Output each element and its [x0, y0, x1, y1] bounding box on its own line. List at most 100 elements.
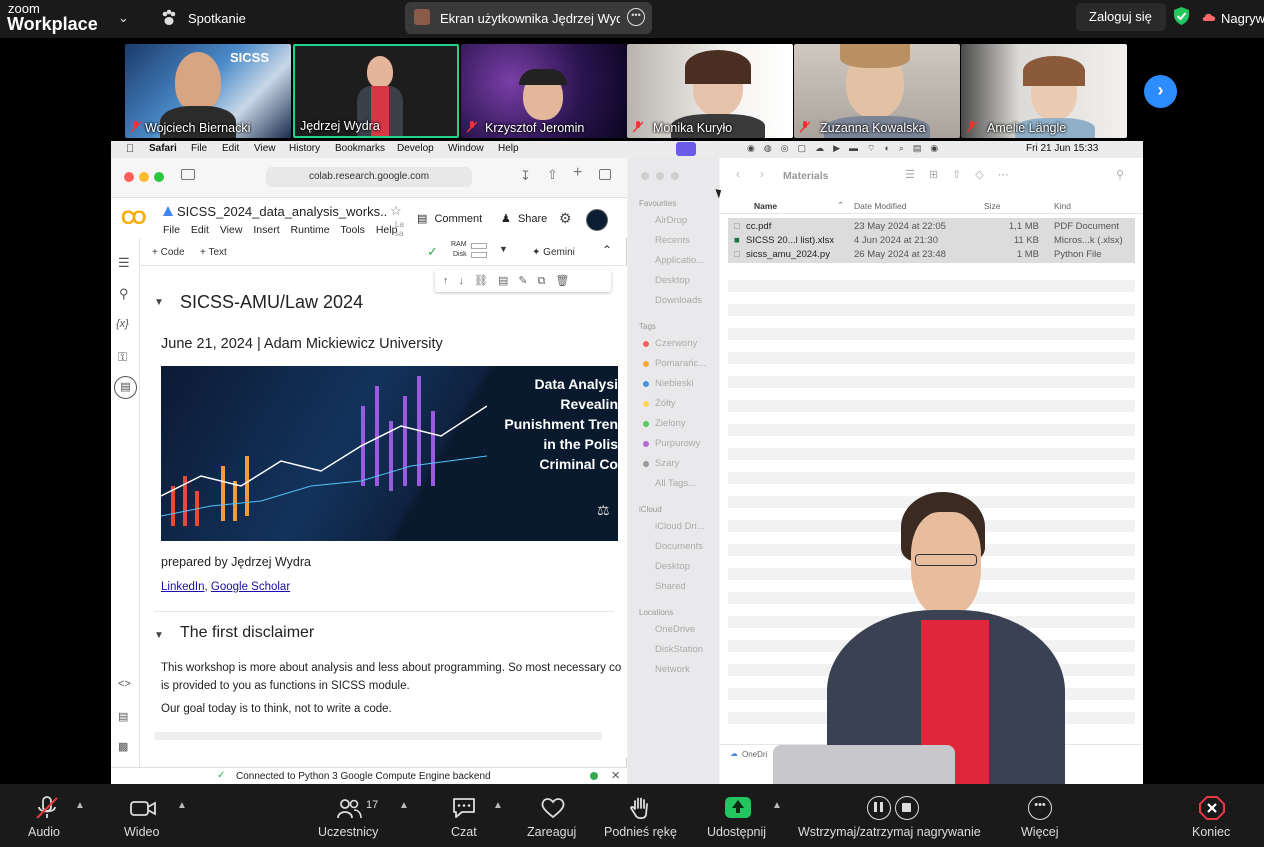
- participant-tile[interactable]: Amelie Längle: [961, 44, 1127, 138]
- cell-action-toolbar[interactable]: ↑↓⛓▤✎⧉🗑: [435, 270, 611, 292]
- col-date[interactable]: Date Modified: [854, 201, 906, 211]
- sidebar-item[interactable]: Documents: [655, 541, 703, 552]
- avatar[interactable]: [586, 209, 608, 231]
- zoom-share-indicator-icon[interactable]: [676, 142, 696, 156]
- sidebar-tag[interactable]: Purpurowy: [655, 438, 700, 449]
- disk-meter[interactable]: [471, 252, 487, 258]
- add-code-button[interactable]: + Code: [152, 247, 185, 258]
- close-window-button[interactable]: [124, 172, 134, 182]
- close-status-icon[interactable]: ✕: [611, 769, 620, 782]
- path-bar[interactable]: OneDri: [742, 750, 767, 759]
- sidebar-icon[interactable]: [181, 169, 195, 180]
- video-options-caret[interactable]: ▲: [177, 800, 187, 811]
- sidebar-item[interactable]: Recents: [655, 235, 690, 246]
- sidebar-item[interactable]: Applicatio...: [655, 255, 704, 266]
- pause-stop-record-icon[interactable]: [867, 796, 921, 820]
- sidebar-item[interactable]: Desktop: [655, 561, 690, 572]
- collapse-section-icon[interactable]: ▼: [154, 297, 164, 308]
- minimize-window-button[interactable]: [656, 172, 664, 180]
- code-cell-stub[interactable]: [154, 732, 602, 740]
- file-row[interactable]: ■ SICSS 20...l list).xlsx 4 Jun 2024 at …: [728, 234, 1135, 248]
- new-tab-icon[interactable]: +: [573, 164, 582, 182]
- collapse-section-icon[interactable]: ▼: [154, 630, 164, 641]
- sidebar-tag[interactable]: Zielony: [655, 418, 686, 429]
- participant-tile[interactable]: Zuzanna Kowalska: [794, 44, 960, 138]
- sidebar-item[interactable]: Desktop: [655, 275, 690, 286]
- menu-app[interactable]: Safari: [149, 143, 177, 154]
- participant-tile[interactable]: Krzysztof Jeromin: [461, 44, 627, 138]
- pause-stop-recording-button[interactable]: Wstrzymaj/zatrzymaj nagrywanie: [798, 825, 981, 839]
- cloud-record-icon[interactable]: [1202, 12, 1216, 22]
- audio-options-caret[interactable]: ▲: [75, 800, 85, 811]
- command-palette-icon[interactable]: ▤: [118, 710, 128, 723]
- zoom-window-button[interactable]: [671, 172, 679, 180]
- menu-item[interactable]: Help: [498, 143, 519, 154]
- heart-icon[interactable]: [540, 796, 566, 820]
- share-screen-icon[interactable]: [725, 797, 751, 818]
- toc-icon[interactable]: ☰: [118, 255, 130, 271]
- colab-share-button[interactable]: ♟ Share: [501, 212, 547, 225]
- variables-icon[interactable]: {x}: [116, 318, 129, 330]
- video-camera-icon[interactable]: [130, 796, 156, 820]
- col-name[interactable]: Name: [754, 201, 777, 211]
- participant-tile[interactable]: SICSS Wojciech Biernacki: [125, 44, 291, 138]
- close-window-button[interactable]: [641, 172, 649, 180]
- sidebar-tag[interactable]: Żółty: [655, 398, 676, 409]
- notebook-title[interactable]: SICSS_2024_data_analysis_works...: [177, 204, 387, 219]
- sidebar-tag[interactable]: Niebieski: [655, 378, 694, 389]
- sidebar-tag[interactable]: Pomarańc...: [655, 358, 706, 369]
- apple-icon[interactable]: : [126, 143, 134, 155]
- menu-item[interactable]: History: [289, 143, 320, 154]
- key-icon[interactable]: ⚿: [118, 350, 127, 365]
- react-button[interactable]: Zareaguj: [527, 825, 576, 839]
- menu-item[interactable]: Window: [448, 143, 484, 154]
- download-icon[interactable]: ↧: [520, 168, 531, 184]
- sidebar-item[interactable]: iCloud Dri...: [655, 521, 705, 532]
- search-icon[interactable]: ⚲: [1116, 168, 1124, 181]
- scholar-link[interactable]: Google Scholar: [211, 581, 290, 593]
- participants-button[interactable]: Uczestnicy: [318, 825, 378, 839]
- files-folder-icon[interactable]: ▤: [114, 376, 137, 399]
- url-bar[interactable]: colab.research.google.com: [266, 167, 472, 187]
- more-icon[interactable]: •••: [1028, 796, 1052, 820]
- comment-button[interactable]: ▤ Comment: [417, 212, 482, 225]
- share-icon[interactable]: ⇧: [547, 167, 558, 183]
- record-label[interactable]: Nagrywanie: [1221, 11, 1264, 26]
- menu-item[interactable]: View: [254, 143, 276, 154]
- share-options-caret[interactable]: ▲: [772, 800, 782, 811]
- finder-toolbar-icons[interactable]: ☰⊞⇧◇⋯: [905, 168, 1023, 181]
- sidebar-item[interactable]: Downloads: [655, 295, 702, 306]
- collapse-icon[interactable]: ⌃: [602, 243, 612, 257]
- sort-chevron-icon[interactable]: ⌃: [837, 200, 844, 211]
- participant-tile-active[interactable]: Jędrzej Wydra: [293, 44, 459, 138]
- runtime-dropdown-icon[interactable]: ▼: [499, 244, 508, 254]
- more-button[interactable]: Więcej: [1021, 825, 1059, 839]
- menu-item[interactable]: File: [191, 143, 207, 154]
- notebook-body[interactable]: ↑↓⛓▤✎⧉🗑 ▼ SICSS-AMU/Law 2024 June 21, 20…: [140, 266, 627, 758]
- col-kind[interactable]: Kind: [1054, 201, 1071, 211]
- file-row[interactable]: □ sicss_amu_2024.py 26 May 2024 at 23:48…: [728, 248, 1135, 262]
- muted-mic-icon[interactable]: [34, 796, 60, 820]
- participant-tile[interactable]: Monika Kuryło: [627, 44, 793, 138]
- sidebar-tag[interactable]: Czerwony: [655, 338, 697, 349]
- linkedin-link[interactable]: LinkedIn: [161, 581, 204, 593]
- colab-logo[interactable]: CO: [121, 208, 146, 230]
- participants-options-caret[interactable]: ▲: [399, 800, 409, 811]
- sidebar-item[interactable]: AirDrop: [655, 215, 687, 226]
- chevron-down-icon[interactable]: ⌄: [118, 10, 129, 26]
- forward-icon[interactable]: ›: [760, 167, 764, 181]
- file-row[interactable]: □ cc.pdf 23 May 2024 at 22:05 1,1 MB PDF…: [728, 220, 1135, 234]
- menu-item[interactable]: Edit: [222, 143, 239, 154]
- menu-tools[interactable]: Tools: [340, 224, 365, 236]
- sidebar-all-tags[interactable]: All Tags...: [655, 478, 696, 489]
- menu-item[interactable]: Develop: [397, 143, 434, 154]
- end-meeting-icon[interactable]: [1199, 796, 1225, 820]
- menu-insert[interactable]: Insert: [253, 224, 279, 236]
- video-button[interactable]: Wideo: [124, 825, 159, 839]
- chat-icon[interactable]: [451, 796, 477, 820]
- star-icon[interactable]: ☆: [390, 203, 402, 219]
- menu-edit[interactable]: Edit: [191, 224, 209, 236]
- raise-hand-button[interactable]: Podnieś rękę: [604, 825, 677, 839]
- sidebar-item[interactable]: Shared: [655, 581, 686, 592]
- back-icon[interactable]: ‹: [736, 167, 740, 181]
